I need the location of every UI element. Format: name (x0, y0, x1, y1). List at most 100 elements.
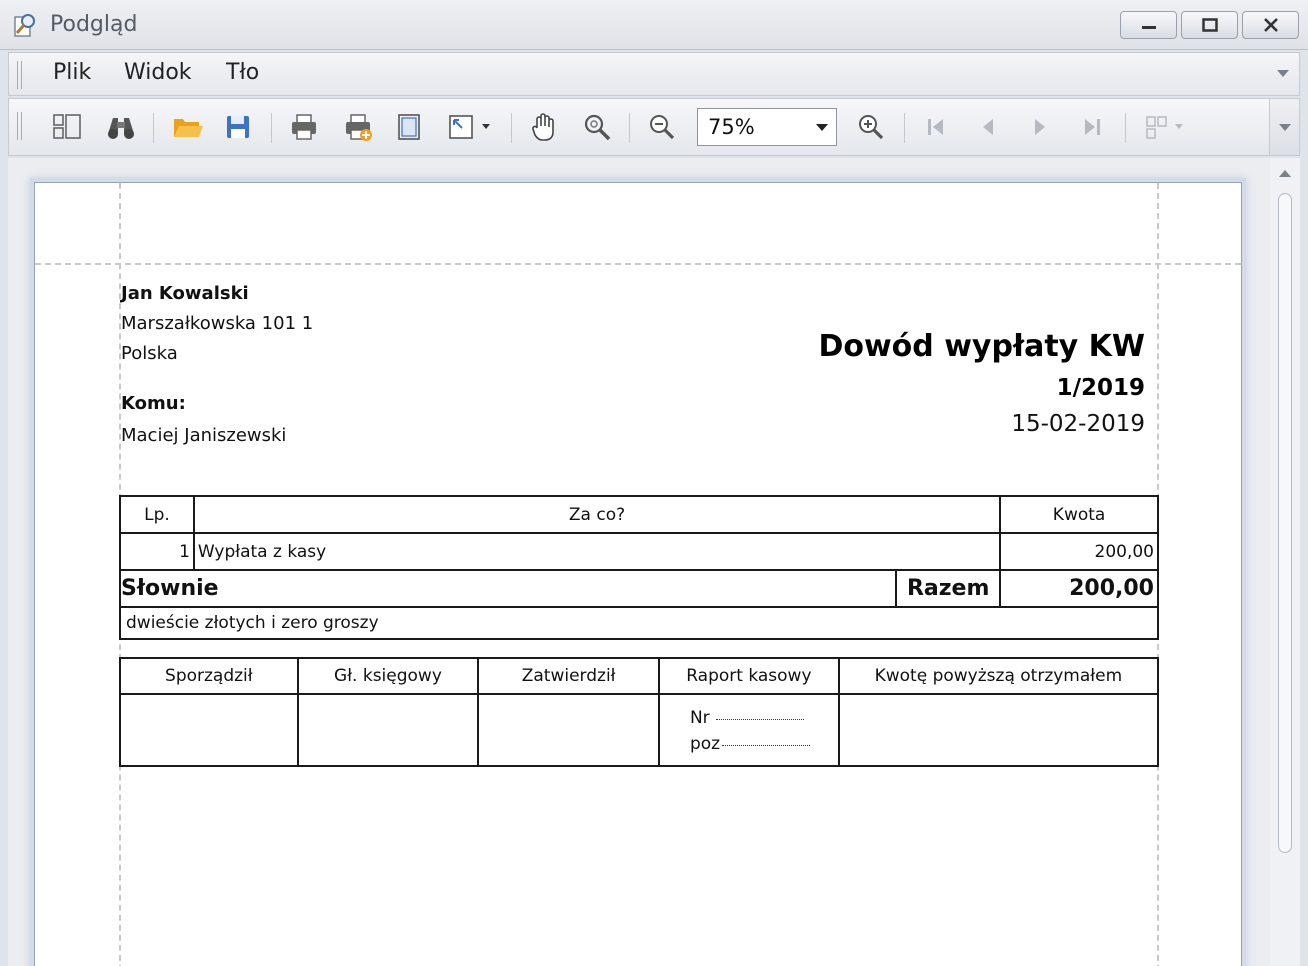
row-description: Wypłata z kasy (192, 532, 1002, 571)
menu-plik[interactable]: Plik (53, 60, 91, 85)
table-header-row: Lp. Za co? Kwota (119, 495, 1159, 534)
recipient-name: Maciej Janiszewski (121, 425, 287, 446)
save-button[interactable] (221, 110, 255, 144)
minimize-icon (1141, 26, 1156, 29)
menu-tlo[interactable]: Tło (226, 60, 259, 85)
toolbar: 75% (8, 98, 1300, 156)
print-icon (292, 114, 316, 140)
toolbar-separator (511, 113, 512, 143)
first-page-icon (928, 119, 943, 135)
magnifier-icon (584, 114, 611, 141)
sender-street: Marszałkowska 101 1 (121, 313, 314, 334)
document-number: 1/2019 (1056, 375, 1145, 401)
amount-in-words: dwieście złotych i zero groszy (119, 606, 1159, 640)
minimize-button[interactable] (1120, 11, 1177, 39)
table-row: 1 Wypłata z kasy 200,00 (119, 532, 1159, 571)
header-kwota: Kwota (999, 495, 1159, 534)
signatures-table: Sporządził Gł. księgowy Zatwierdził Rapo… (119, 657, 1160, 767)
preview-app-icon (12, 11, 40, 39)
thumbnails-button[interactable] (50, 110, 84, 144)
window-title: Podgląd (50, 12, 138, 37)
restore-button[interactable] (1181, 11, 1238, 39)
hand-tool-icon (532, 113, 554, 141)
words-label: Słownie (118, 569, 898, 608)
quick-print-button[interactable] (341, 110, 375, 144)
amount-in-words-row: dwieście złotych i zero groszy (119, 606, 1159, 640)
title-bar: Podgląd (0, 0, 1308, 50)
quick-print-icon (346, 114, 372, 141)
header-za-co: Za co? (192, 495, 1002, 534)
last-page-button[interactable] (1075, 110, 1109, 144)
row-lp: 1 (119, 532, 195, 571)
total-row: Słownie Razem 200,00 (118, 569, 1159, 608)
raport-kasowy-fields: Nr poz (657, 693, 840, 767)
previous-page-button[interactable] (971, 110, 1005, 144)
toolbar-separator (904, 113, 905, 143)
scale-dropdown[interactable] (445, 110, 497, 144)
total-label: Razem (895, 569, 1002, 608)
next-page-button[interactable] (1023, 110, 1057, 144)
chevron-down-icon (816, 124, 828, 131)
header-gl-ksiegowy: Gł. księgowy (296, 657, 480, 695)
header-kwote-otrzymalem: Kwotę powyższą otrzymałem (837, 657, 1160, 695)
open-button[interactable] (171, 110, 205, 144)
toolbar-separator (153, 113, 154, 143)
document-title: Dowód wypłaty KW (818, 329, 1145, 364)
zoom-value: 75% (708, 115, 755, 139)
menu-widok[interactable]: Widok (124, 60, 192, 85)
items-table: Lp. Za co? Kwota 1 Wypłata z kasy 200,00… (118, 495, 1159, 640)
sender-name: Jan Kowalski (121, 283, 249, 304)
margin-guide-top (35, 263, 1241, 265)
header-zatwierdzil: Zatwierdził (477, 657, 660, 695)
toolbar-separator (1125, 113, 1126, 143)
page-setup-icon (398, 114, 420, 140)
hand-tool-button[interactable] (527, 110, 561, 144)
signatures-header-row: Sporządził Gł. księgowy Zatwierdził Rapo… (119, 657, 1160, 695)
vertical-scrollbar[interactable] (1270, 158, 1300, 966)
page-setup-button[interactable] (392, 110, 426, 144)
zoom-out-button[interactable] (645, 110, 679, 144)
signatures-body-row: Nr poz (119, 693, 1160, 767)
previous-page-icon (983, 119, 993, 135)
document-page: Jan Kowalski Marszałkowska 101 1 Polska … (34, 182, 1242, 966)
open-folder-icon (174, 119, 203, 137)
menu-overflow-icon[interactable] (1277, 70, 1289, 77)
toolbar-overflow-button[interactable] (1269, 99, 1299, 155)
zoom-in-button[interactable] (854, 110, 888, 144)
close-button[interactable] (1242, 11, 1299, 39)
multi-page-icon (1146, 116, 1183, 139)
recipient-label: Komu: (121, 393, 186, 414)
poz-line (722, 745, 811, 746)
header-lp: Lp. (119, 495, 195, 534)
signature-sporzadzil (119, 693, 299, 767)
menu-bar-grip[interactable] (16, 61, 24, 89)
signature-zatwierdzil (477, 693, 660, 767)
multi-page-dropdown[interactable] (1141, 110, 1189, 144)
menu-bar: Plik Widok Tło (8, 52, 1300, 96)
first-page-button[interactable] (919, 110, 953, 144)
signature-gl-ksiegowy (296, 693, 480, 767)
zoom-out-icon (650, 115, 675, 140)
poz-label: poz (689, 734, 721, 754)
total-amount: 200,00 (999, 569, 1159, 608)
zoom-in-icon (859, 115, 884, 140)
row-amount: 200,00 (999, 532, 1159, 571)
document-date: 15-02-2019 (1011, 411, 1145, 437)
restore-icon (1201, 18, 1218, 32)
print-button[interactable] (287, 110, 321, 144)
header-raport-kasowy: Raport kasowy (657, 657, 840, 695)
save-icon (227, 116, 249, 138)
scale-icon (449, 115, 490, 139)
toolbar-grip[interactable] (16, 112, 24, 140)
find-button[interactable] (104, 110, 138, 144)
nr-line (715, 719, 804, 720)
zoom-select[interactable]: 75% (697, 108, 837, 146)
signature-kwote-otrzymalem (837, 693, 1160, 767)
scrollbar-thumb[interactable] (1278, 193, 1292, 853)
preview-area[interactable]: Jan Kowalski Marszałkowska 101 1 Polska … (8, 158, 1270, 966)
scroll-up-icon[interactable] (1279, 170, 1291, 177)
nr-label: Nr (689, 708, 710, 728)
magnifier-button[interactable] (580, 110, 614, 144)
last-page-icon (1085, 119, 1100, 135)
next-page-icon (1035, 119, 1045, 135)
